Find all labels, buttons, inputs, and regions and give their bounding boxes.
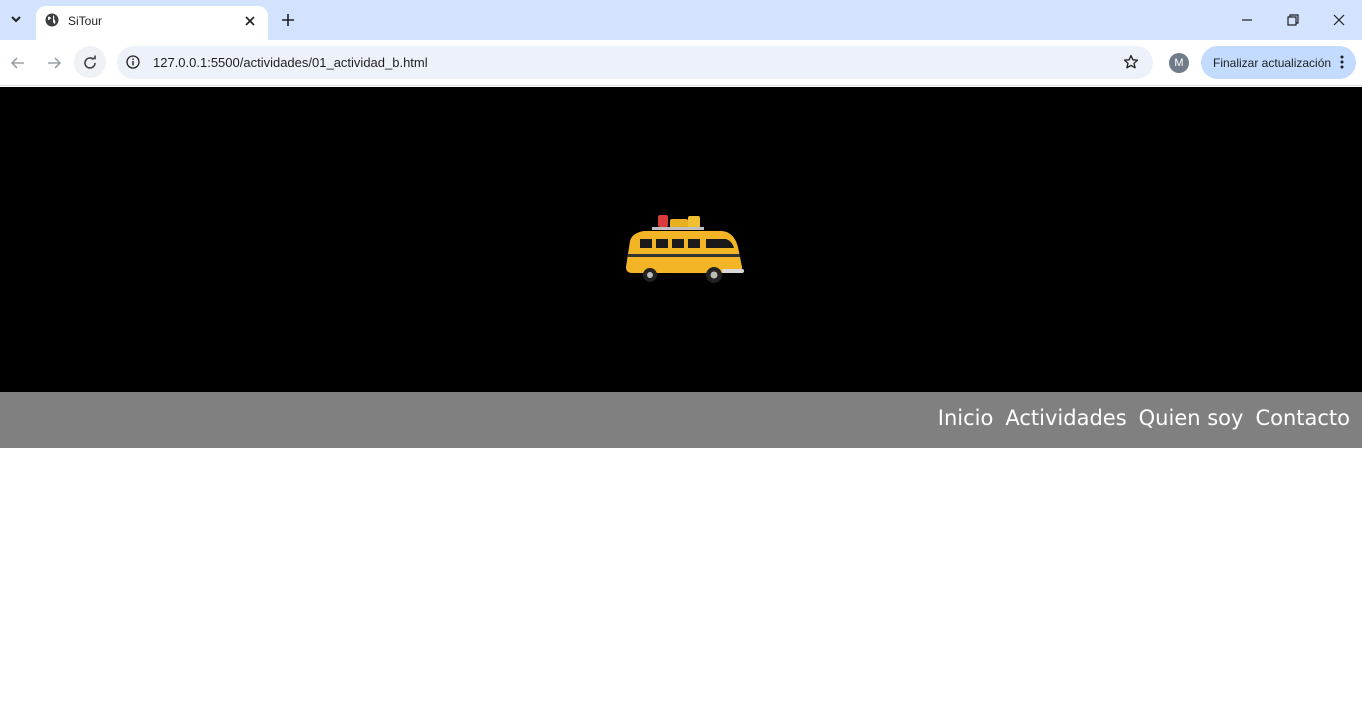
tab-strip: SiTour [0,0,1362,40]
globe-icon [45,13,59,27]
close-icon [245,16,255,26]
new-tab-button[interactable] [278,10,298,30]
hero-banner [0,87,1362,392]
tab-search-button[interactable] [4,7,28,31]
close-icon [1333,14,1345,26]
tab-close-button[interactable] [242,13,258,29]
avatar[interactable]: M [1169,53,1189,73]
reload-icon [84,55,96,69]
close-window-button[interactable] [1329,10,1349,30]
minimize-button[interactable] [1237,10,1257,30]
kebab-icon [1340,55,1344,69]
info-icon [126,55,140,69]
plus-icon [282,14,294,26]
back-button[interactable] [6,51,30,75]
main-nav: Inicio Actividades Quien soy Contacto [0,392,1362,448]
arrow-left-icon [10,57,24,69]
update-button-label: Finalizar actualización [1213,56,1332,70]
url-text[interactable]: 127.0.0.1:5500/actividades/01_actividad_… [153,55,428,70]
page-content: Inicio Actividades Quien soy Contacto [0,87,1362,728]
tab-title: SiTour [68,14,103,28]
restore-button[interactable] [1283,10,1303,30]
forward-button[interactable] [42,51,66,75]
active-tab[interactable]: SiTour [36,6,268,40]
yellow-van-image [626,215,744,283]
nav-link-quien-soy[interactable]: Quien soy [1139,406,1244,430]
menu-button[interactable] [1338,54,1346,70]
bookmark-button[interactable] [1123,54,1139,70]
chevron-down-icon [11,16,21,23]
minimize-icon [1242,19,1252,21]
nav-list: Inicio Actividades Quien soy Contacto [938,406,1350,430]
reload-icon-wrap[interactable] [78,51,102,75]
nav-link-contacto[interactable]: Contacto [1255,406,1350,430]
nav-link-actividades[interactable]: Actividades [1005,406,1126,430]
update-button[interactable]: Finalizar actualización [1201,46,1356,79]
restore-icon [1287,14,1299,26]
nav-link-inicio[interactable]: Inicio [938,406,994,430]
browser-toolbar: 127.0.0.1:5500/actividades/01_actividad_… [0,40,1362,86]
star-icon [1123,54,1139,69]
address-bar[interactable]: 127.0.0.1:5500/actividades/01_actividad_… [117,46,1153,79]
arrow-right-icon [48,57,62,69]
site-info-button[interactable] [125,54,141,70]
